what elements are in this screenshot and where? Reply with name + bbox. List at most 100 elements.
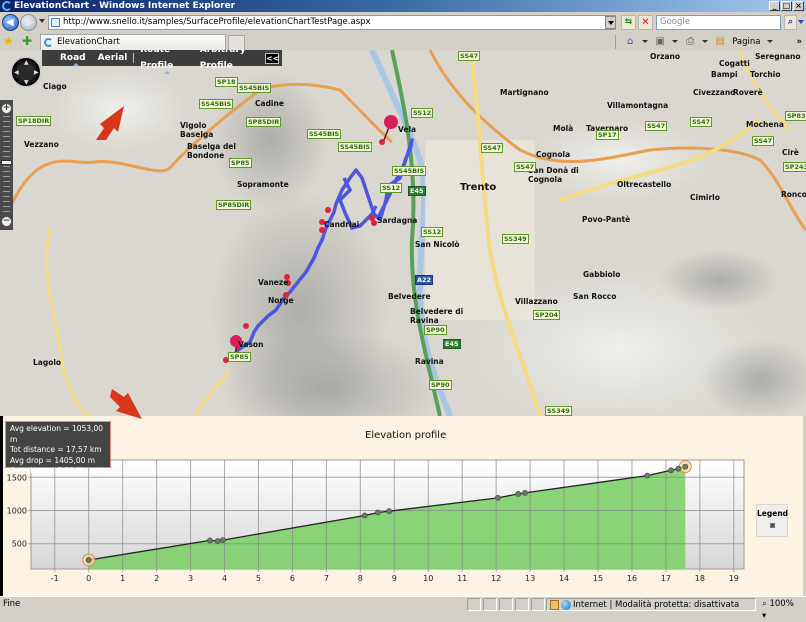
road-shield: SP90: [424, 325, 447, 335]
search-placeholder: Google: [660, 17, 690, 27]
place-label: Vason: [238, 340, 264, 349]
globe-icon: [561, 600, 571, 610]
zoom-out-button[interactable]: −: [1, 216, 12, 227]
back-button[interactable]: ◀: [2, 14, 19, 31]
route-profile-button[interactable]: Route Profile: [134, 50, 194, 74]
total-distance: Tot distance = 17,57 km: [10, 445, 102, 454]
forward-button[interactable]: ▶: [20, 14, 37, 31]
chart-title: Elevation profile: [365, 430, 447, 441]
page-dropdown[interactable]: [766, 40, 773, 43]
favorites-star-icon[interactable]: ★: [3, 34, 14, 48]
address-toolbar: ◀ ▶ http://www.snello.it/samples/Surface…: [0, 12, 806, 32]
pan-up-icon[interactable]: ▲: [24, 60, 29, 66]
pan-right-icon[interactable]: ▶: [34, 70, 39, 76]
protected-mode-icon: [550, 600, 559, 610]
road-shield: E45: [443, 339, 461, 349]
collapse-toolbar-button[interactable]: <<: [265, 52, 279, 64]
rss-feed-icon[interactable]: ▣: [654, 36, 666, 47]
place-label: Cogatti: [719, 59, 750, 68]
search-options-dropdown[interactable]: [798, 20, 804, 24]
stop-button[interactable]: ✕: [638, 15, 653, 30]
road-shield: SS45BIS: [338, 142, 373, 152]
avg-drop: Avg drop = 1405,00 m: [10, 455, 96, 465]
minimize-button[interactable]: _: [769, 1, 780, 11]
road-shield: SP90: [429, 380, 452, 390]
place-label: Cadine: [255, 99, 284, 108]
home-icon[interactable]: ⌂: [624, 36, 636, 47]
red-arrow-annotation-icon: [96, 106, 124, 140]
arbitrary-profile-button[interactable]: Arbitrary Profile: [194, 50, 265, 74]
place-label: Vezzano: [24, 140, 59, 149]
search-button[interactable]: ⌕: [784, 15, 797, 30]
road-shield: SS47: [514, 162, 537, 172]
zoom-level-button[interactable]: ⌕ 100% ▾: [760, 598, 798, 621]
place-label: Belvedere di Ravina: [410, 307, 464, 325]
legend-swatch: [769, 523, 775, 528]
place-label: Norge: [268, 296, 294, 305]
status-bar: Fine Internet | Modalità protetta: disat…: [0, 596, 806, 621]
road-shield: SP85DIR: [246, 117, 282, 127]
pan-down-icon[interactable]: ▼: [24, 80, 29, 86]
place-label: Sopramonte: [237, 180, 289, 189]
divider: [615, 34, 617, 49]
place-label: San Nicolò: [415, 240, 460, 249]
place-label: Roverè: [733, 88, 763, 97]
security-zone[interactable]: Internet | Modalità protetta: disattivat…: [546, 598, 756, 611]
search-input[interactable]: Google: [656, 15, 781, 30]
place-label: Povo-Pantè: [582, 215, 631, 224]
address-dropdown-button[interactable]: [605, 16, 616, 29]
address-url: http://www.snello.it/samples/SurfaceProf…: [63, 17, 371, 27]
more-commands-button[interactable]: »: [797, 37, 803, 47]
close-button[interactable]: ×: [793, 1, 804, 11]
maximize-button[interactable]: □: [781, 1, 792, 11]
refresh-button[interactable]: ⇆: [621, 15, 636, 30]
map-mode-aerial[interactable]: Aerial: [92, 50, 134, 66]
print-icon[interactable]: ⎙: [684, 36, 696, 47]
terrain-shade: [660, 250, 780, 310]
feeds-dropdown[interactable]: [672, 40, 679, 43]
home-dropdown[interactable]: [642, 40, 649, 43]
forward-arrow-icon: ▶: [26, 17, 34, 28]
road-shield: SS349: [502, 234, 529, 244]
waypoint[interactable]: [243, 323, 249, 329]
map-view[interactable]: Ciago Vezzano Vigolo Baselga Baselga del…: [0, 50, 806, 416]
status-text: Fine: [3, 599, 21, 609]
road-shield: SP204: [533, 310, 561, 320]
road-shield: SS12: [411, 108, 434, 118]
print-dropdown[interactable]: [702, 40, 709, 43]
road-shield: SS47: [481, 143, 504, 153]
road-shield: SS45BIS: [199, 99, 234, 109]
road-shield: SP18: [215, 77, 238, 87]
address-input[interactable]: http://www.snello.it/samples/SurfaceProf…: [48, 15, 616, 30]
waypoint[interactable]: [325, 207, 331, 213]
avg-elevation: Avg elevation = 1053,00 m: [10, 424, 104, 444]
road-shield: SS45BIS: [237, 83, 272, 93]
road-shield: SP85: [229, 158, 252, 168]
place-label: Seregnano: [755, 52, 801, 61]
road-shield: SS349: [545, 406, 572, 416]
zoom-slider[interactable]: + −: [0, 100, 13, 230]
zoom-in-button[interactable]: +: [1, 103, 12, 114]
new-tab-button[interactable]: [228, 35, 245, 50]
chart-legend: Legend: [756, 504, 788, 537]
zone-text: Internet | Modalità protetta: disattivat…: [573, 600, 740, 610]
road-shield: SP17: [596, 130, 619, 140]
place-label: Villazzano: [515, 297, 558, 306]
page-menu-button[interactable]: Pagina: [732, 37, 760, 47]
zoom-slider-thumb[interactable]: [1, 160, 12, 165]
road-shield: SS47: [752, 136, 775, 146]
place-label: Lagolo: [33, 358, 62, 367]
pan-left-icon[interactable]: ◀: [14, 70, 19, 76]
place-label: Sardagna: [377, 216, 418, 225]
road-shield: SS45BIS: [307, 129, 342, 139]
add-favorites-icon[interactable]: ✚: [22, 34, 32, 48]
command-bar: ⌂ ▣ ⎙ ▤ Pagina »: [615, 34, 806, 49]
tab-elevationchart[interactable]: ElevationChart: [40, 34, 226, 50]
recent-pages-dropdown[interactable]: [39, 19, 45, 23]
pan-control[interactable]: ▲ ▼ ◀ ▶: [10, 56, 42, 88]
stats-box: Avg elevation = 1053,00 m Tot distance =…: [5, 421, 111, 475]
zoom-ticks: [3, 116, 10, 214]
map-mode-road[interactable]: Road: [54, 50, 92, 66]
place-label: Mochena: [746, 120, 784, 129]
legend-title: Legend: [757, 509, 789, 518]
